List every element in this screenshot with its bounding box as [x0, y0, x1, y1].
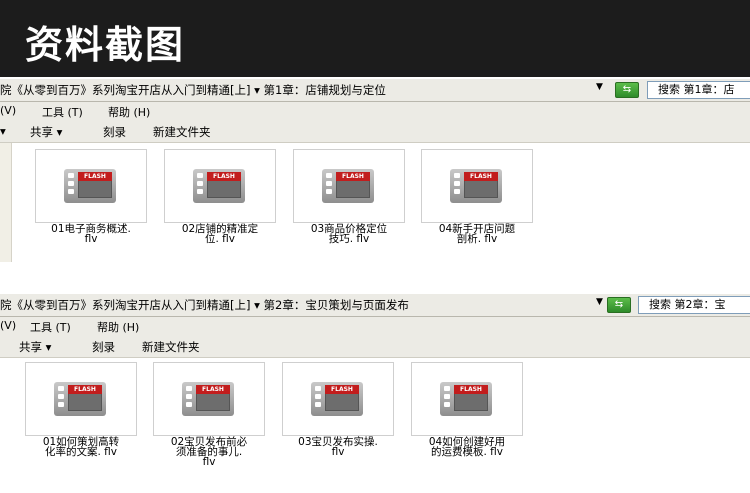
file-name: 02店铺的精准定 位. flv: [181, 223, 259, 245]
toolbar-arrow[interactable]: ▾: [0, 124, 6, 138]
green-go-arrow-icon[interactable]: ⇆: [607, 297, 631, 313]
flash-video-icon: FLASH: [411, 362, 523, 436]
file-item[interactable]: FLASH 01电子商务概述. flv: [35, 149, 147, 244]
banner: 资料截图: [0, 0, 750, 77]
file-item[interactable]: FLASH 01如何策划高转 化率的文案. flv: [25, 362, 137, 457]
search-input[interactable]: 搜索 第2章：宝: [638, 296, 750, 314]
file-item[interactable]: FLASH 02店铺的精准定 位. flv: [164, 149, 276, 244]
address-path[interactable]: 院《从零到百万》系列淘宝开店从入门到精通[上] ▾ 第1章：店铺规划与定位: [0, 82, 386, 98]
menu-view[interactable]: (V): [0, 319, 16, 332]
file-name: 04如何创建好用 的运费模板. flv: [428, 436, 506, 458]
nav-pane-edge: [0, 143, 12, 262]
banner-title: 资料截图: [25, 23, 186, 67]
divider: [0, 262, 750, 294]
flash-video-icon: FLASH: [282, 362, 394, 436]
toolbar: ▾ 共享 ▾ 刻录 新建文件夹: [0, 120, 750, 143]
flash-video-icon: FLASH: [293, 149, 405, 223]
file-name: 04新手开店问题 剖析. flv: [438, 223, 516, 245]
green-go-arrow-icon[interactable]: ⇆: [615, 82, 639, 98]
file-item[interactable]: FLASH 02宝贝发布前必 须准备的事儿. flv: [153, 362, 265, 467]
file-name: 02宝贝发布前必 须准备的事儿. flv: [170, 436, 248, 468]
flash-video-icon: FLASH: [164, 149, 276, 223]
address-bar[interactable]: 院《从零到百万》系列淘宝开店从入门到精通[上] ▾ 第2章：宝贝策划与页面发布 …: [0, 294, 750, 317]
flash-video-icon: FLASH: [153, 362, 265, 436]
address-path[interactable]: 院《从零到百万》系列淘宝开店从入门到精通[上] ▾ 第2章：宝贝策划与页面发布: [0, 297, 409, 313]
menu-bar: (V) 工具 (T) 帮助 (H): [0, 102, 750, 120]
address-bar[interactable]: 院《从零到百万》系列淘宝开店从入门到精通[上] ▾ 第1章：店铺规划与定位 ▼ …: [0, 79, 750, 102]
flash-video-icon: FLASH: [35, 149, 147, 223]
burn-button[interactable]: 刻录: [92, 339, 115, 355]
menu-help[interactable]: 帮助 (H): [108, 104, 150, 120]
menu-view[interactable]: (V): [0, 104, 16, 117]
file-name: 03宝贝发布实操. flv: [298, 436, 378, 458]
explorer-window-1: 院《从零到百万》系列淘宝开店从入门到精通[上] ▾ 第1章：店铺规划与定位 ▼ …: [0, 79, 750, 262]
file-item[interactable]: FLASH 03宝贝发布实操. flv: [282, 362, 394, 457]
file-list: FLASH 01如何策划高转 化率的文案. flv FLASH 02宝贝发布前必须…: [0, 358, 750, 493]
share-button[interactable]: 共享 ▾: [19, 339, 51, 355]
explorer-window-2: 院《从零到百万》系列淘宝开店从入门到精通[上] ▾ 第2章：宝贝策划与页面发布 …: [0, 294, 750, 493]
burn-button[interactable]: 刻录: [103, 124, 126, 140]
file-name: 01如何策划高转 化率的文案. flv: [42, 436, 120, 458]
file-item[interactable]: FLASH 04如何创建好用 的运费模板. flv: [411, 362, 523, 457]
menu-bar: (V) 工具 (T) 帮助 (H): [0, 317, 750, 335]
menu-help[interactable]: 帮助 (H): [97, 319, 139, 335]
chevron-down-icon[interactable]: ▼: [596, 82, 603, 92]
chevron-down-icon[interactable]: ▼: [596, 297, 603, 307]
new-folder-button[interactable]: 新建文件夹: [153, 124, 211, 140]
flash-video-icon: FLASH: [25, 362, 137, 436]
file-name: 01电子商务概述. flv: [51, 223, 131, 245]
file-name: 03商品价格定位 技巧. flv: [310, 223, 388, 245]
menu-tools[interactable]: 工具 (T): [30, 319, 71, 335]
new-folder-button[interactable]: 新建文件夹: [142, 339, 200, 355]
flash-video-icon: FLASH: [421, 149, 533, 223]
share-button[interactable]: 共享 ▾: [30, 124, 62, 140]
toolbar: 共享 ▾ 刻录 新建文件夹: [0, 335, 750, 358]
file-item[interactable]: FLASH 04新手开店问题 剖析. flv: [421, 149, 533, 244]
menu-tools[interactable]: 工具 (T): [42, 104, 83, 120]
search-input[interactable]: 搜索 第1章：店: [647, 81, 750, 99]
file-item[interactable]: FLASH 03商品价格定位 技巧. flv: [293, 149, 405, 244]
file-list: FLASH 01电子商务概述. flv FLASH 02店铺的精准定 位. flv …: [0, 143, 750, 262]
